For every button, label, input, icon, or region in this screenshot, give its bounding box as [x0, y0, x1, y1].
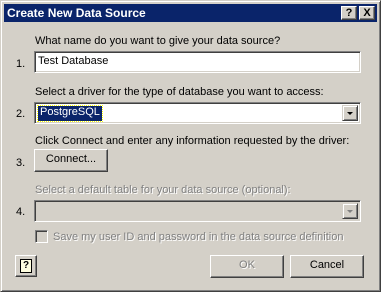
step-3-number: 3.: [16, 157, 26, 169]
step-2-number: 2.: [16, 108, 26, 120]
title-bar[interactable]: Create New Data Source ? X: [4, 4, 377, 22]
step-4-number: 4.: [16, 206, 26, 218]
step-2-prompt: Select a driver for the type of database…: [35, 86, 324, 98]
context-help-button[interactable]: ?: [341, 6, 357, 20]
save-credentials-label: Save my user ID and password in the data…: [53, 231, 344, 243]
help-button[interactable]: ?: [15, 255, 37, 277]
default-table-dropdown-arrow-icon[interactable]: [342, 203, 358, 219]
data-source-name-value: Test Database: [38, 55, 109, 67]
step-4-prompt: Select a default table for your data sou…: [35, 184, 291, 196]
create-new-data-source-dialog: Create New Data Source ? X What name do …: [0, 0, 381, 292]
ok-button[interactable]: OK: [210, 255, 284, 278]
data-source-name-input[interactable]: Test Database: [34, 51, 361, 73]
help-book-icon: ?: [20, 259, 32, 273]
step-3-prompt: Click Connect and enter any information …: [35, 135, 350, 147]
cancel-button[interactable]: Cancel: [290, 255, 364, 278]
step-1-prompt: What name do you want to give your data …: [35, 35, 281, 47]
save-credentials-checkbox[interactable]: [35, 230, 48, 243]
driver-dropdown-arrow-icon[interactable]: [342, 105, 358, 121]
driver-select[interactable]: PostgreSQL: [34, 102, 361, 124]
window-title: Create New Data Source: [7, 6, 146, 20]
connect-button[interactable]: Connect...: [34, 149, 108, 172]
close-button[interactable]: X: [359, 6, 375, 20]
driver-selected-value: PostgreSQL: [37, 105, 103, 122]
step-1-number: 1.: [16, 58, 26, 70]
default-table-select[interactable]: [34, 200, 361, 222]
